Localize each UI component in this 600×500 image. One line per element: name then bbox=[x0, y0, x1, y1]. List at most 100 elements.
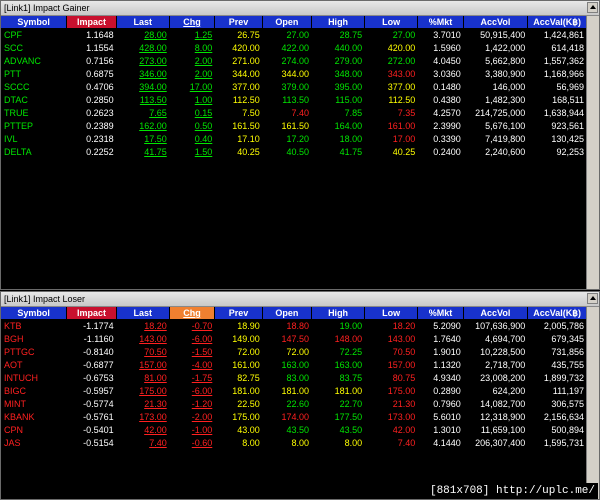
cell-impact: 0.2850 bbox=[86, 95, 114, 105]
table-row[interactable]: JAS -0.5154 7.40 -0.60 8.00 8.00 8.00 7.40 4.144… bbox=[1, 437, 587, 450]
col-mkt-header[interactable]: %Mkt bbox=[418, 307, 464, 320]
col-high-header[interactable]: High bbox=[312, 16, 366, 29]
table-row[interactable]: KTB -1.1774 18.20 -0.70 18.90 18.80 19.00 18.20… bbox=[1, 320, 587, 333]
col-symbol-header[interactable]: Symbol bbox=[1, 16, 68, 29]
cell-last: 346.00 bbox=[139, 69, 167, 79]
table-row[interactable]: SCCC 0.4706 394.00 17.00 377.00 379.00 395.00 3… bbox=[1, 81, 587, 94]
table-row[interactable]: BIGC -0.5957 175.00 -6.00 181.00 181.00 181.00… bbox=[1, 385, 587, 398]
cell-high: 279.00 bbox=[334, 56, 363, 66]
cell-mkt: 0.2890 bbox=[433, 386, 461, 396]
col-low-header[interactable]: Low bbox=[365, 307, 419, 320]
cell-chg: 17.00 bbox=[189, 82, 213, 92]
cell-accval: 1,168,966 bbox=[543, 69, 584, 79]
col-prev-header[interactable]: Prev bbox=[215, 16, 263, 29]
col-open-header[interactable]: Open bbox=[262, 16, 313, 29]
table-row[interactable]: SCC 1.1554 428.00 8.00 420.00 422.00 440.00 420… bbox=[1, 42, 587, 55]
cell-prev: 344.00 bbox=[232, 69, 260, 79]
scroll-up-icon[interactable] bbox=[587, 2, 598, 13]
cell-low: 17.00 bbox=[392, 134, 416, 144]
vertical-scrollbar[interactable] bbox=[586, 307, 599, 499]
table-row[interactable]: INTUCH -0.6753 81.00 -1.75 82.75 83.00 83.75 80… bbox=[1, 372, 587, 385]
col-accvol-header[interactable]: AccVol bbox=[463, 16, 529, 29]
cell-high: 148.00 bbox=[334, 334, 363, 344]
col-accval-header[interactable]: AccVal(K฿) bbox=[528, 16, 587, 29]
table-row[interactable]: BGH -1.1160 143.00 -6.00 149.00 147.50 148.00 1… bbox=[1, 333, 587, 346]
cell-symbol: BIGC bbox=[4, 386, 27, 396]
col-prev-header[interactable]: Prev bbox=[215, 307, 263, 320]
cell-high: 18.00 bbox=[339, 134, 363, 144]
cell-open: 7.40 bbox=[291, 108, 310, 118]
col-open-header[interactable]: Open bbox=[262, 307, 313, 320]
cell-low: 40.25 bbox=[392, 147, 416, 157]
table-row[interactable]: PTT 0.6875 346.00 2.00 344.00 344.00 348.00 343… bbox=[1, 68, 587, 81]
cell-prev: 72.00 bbox=[237, 347, 260, 357]
vertical-scrollbar[interactable] bbox=[586, 16, 599, 289]
cell-mkt: 2.3990 bbox=[433, 121, 461, 131]
table-row[interactable]: CPF 1.1648 28.00 1.25 26.75 27.00 28.75 27.00 3.… bbox=[1, 29, 587, 42]
col-low-header[interactable]: Low bbox=[365, 16, 419, 29]
cell-low: 161.00 bbox=[387, 121, 416, 131]
cell-open: 113.50 bbox=[282, 95, 310, 105]
cell-chg: 2.00 bbox=[194, 69, 213, 79]
cell-open: 18.80 bbox=[286, 321, 310, 331]
table-row[interactable]: IVL 0.2318 17.50 0.40 17.10 17.20 18.00 17.00 0.… bbox=[1, 133, 587, 146]
loser-header-row: Symbol Impact Last Chg Prev Open High Lo… bbox=[1, 307, 587, 320]
cell-chg: -0.70 bbox=[191, 321, 213, 331]
col-accval-header[interactable]: AccVal(K฿) bbox=[528, 307, 587, 320]
scroll-up-icon[interactable] bbox=[587, 293, 598, 304]
table-row[interactable]: AOT -0.6877 157.00 -4.00 161.00 163.00 163.00 1… bbox=[1, 359, 587, 372]
table-row[interactable]: PTTEP 0.2389 162.00 0.50 161.50 161.50 164.00 1… bbox=[1, 120, 587, 133]
col-chg-header[interactable]: Chg bbox=[169, 307, 216, 320]
cell-open: 163.00 bbox=[281, 360, 310, 370]
col-accvol-header[interactable]: AccVol bbox=[463, 307, 529, 320]
cell-open: 422.00 bbox=[281, 43, 310, 53]
cell-last: 173.00 bbox=[139, 412, 167, 422]
cell-impact: 0.7156 bbox=[86, 56, 114, 66]
table-row[interactable]: DELTA 0.2252 41.75 1.50 40.25 40.50 41.75 40.25… bbox=[1, 146, 587, 159]
cell-high: 22.70 bbox=[339, 399, 363, 409]
table-row[interactable]: ADVANC 0.7156 273.00 2.00 271.00 274.00 279.00… bbox=[1, 55, 587, 68]
col-symbol-header[interactable]: Symbol bbox=[1, 307, 68, 320]
table-row[interactable]: DTAC 0.2850 113.50 1.00 112.50 113.50 115.00 11… bbox=[1, 94, 587, 107]
col-impact-header[interactable]: Impact bbox=[67, 307, 117, 320]
cell-impact: -0.5761 bbox=[83, 412, 114, 422]
cell-symbol: ADVANC bbox=[4, 56, 41, 66]
panel-title-bar[interactable]: [Link1] Impact Gainer bbox=[1, 1, 599, 16]
cell-accval: 679,345 bbox=[551, 334, 584, 344]
cell-symbol: SCCC bbox=[4, 82, 30, 92]
cell-chg: 1.50 bbox=[194, 147, 213, 157]
cell-low: 7.35 bbox=[397, 108, 416, 118]
cell-low: 420.00 bbox=[387, 43, 416, 53]
table-row[interactable]: KBANK -0.5761 173.00 -2.00 175.00 174.00 177.5… bbox=[1, 411, 587, 424]
cell-high: 43.50 bbox=[339, 425, 363, 435]
col-last-header[interactable]: Last bbox=[116, 16, 170, 29]
cell-low: 18.20 bbox=[392, 321, 416, 331]
cell-accval: 168,511 bbox=[552, 95, 584, 105]
cell-chg: 0.40 bbox=[194, 134, 213, 144]
cell-mkt: 4.9340 bbox=[433, 373, 461, 383]
cell-accvol: 3,380,900 bbox=[485, 69, 526, 79]
table-row[interactable]: PTTGC -0.8140 70.50 -1.50 72.00 72.00 72.25 70.… bbox=[1, 346, 587, 359]
cell-mkt: 3.7010 bbox=[433, 30, 461, 40]
panel-title-bar[interactable]: [Link1] Impact Loser bbox=[1, 292, 599, 307]
cell-open: 22.60 bbox=[286, 399, 310, 409]
cell-open: 174.00 bbox=[281, 412, 310, 422]
col-last-header[interactable]: Last bbox=[116, 307, 170, 320]
col-high-header[interactable]: High bbox=[312, 307, 366, 320]
col-impact-header[interactable]: Impact bbox=[67, 16, 117, 29]
table-row[interactable]: CPN -0.5401 42.00 -1.00 43.00 43.50 43.50 42.00… bbox=[1, 424, 587, 437]
cell-impact: 0.4706 bbox=[86, 82, 114, 92]
cell-chg: -1.00 bbox=[191, 425, 213, 435]
cell-high: 348.00 bbox=[334, 69, 363, 79]
col-mkt-header[interactable]: %Mkt bbox=[418, 16, 464, 29]
cell-symbol: BGH bbox=[4, 334, 24, 344]
col-chg-header[interactable]: Chg bbox=[169, 16, 216, 29]
cell-mkt: 4.1440 bbox=[433, 438, 461, 448]
cell-symbol: PTT bbox=[4, 69, 21, 79]
cell-accvol: 7,419,800 bbox=[485, 134, 526, 144]
cell-mkt: 0.7960 bbox=[433, 399, 461, 409]
cell-prev: 8.00 bbox=[242, 438, 260, 448]
cell-chg: -1.75 bbox=[191, 373, 213, 383]
table-row[interactable]: MINT -0.5774 21.30 -1.20 22.50 22.60 22.70 21.3… bbox=[1, 398, 587, 411]
table-row[interactable]: TRUE 0.2623 7.65 0.15 7.50 7.40 7.85 7.35 4.2570… bbox=[1, 107, 587, 120]
